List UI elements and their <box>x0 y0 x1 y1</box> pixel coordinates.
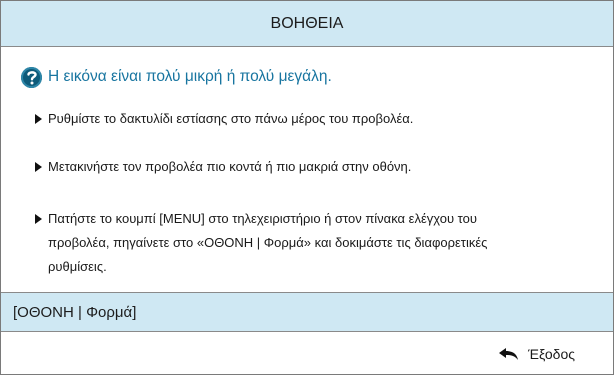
dialog-footer: Έξοδος <box>1 334 613 374</box>
dialog-title: ΒΟΗΘΕΙΑ <box>270 14 344 32</box>
dialog-header: ΒΟΗΘΕΙΑ <box>1 1 613 47</box>
step-text: Μετακινήστε τον προβολέα πιο κοντά ή πιο… <box>48 159 412 174</box>
help-dialog: ΒΟΗΘΕΙΑ Η εικόνα είναι πολύ μικρή ή πολύ… <box>0 0 614 375</box>
menu-path-label: [ΟΘΟΝΗ | Φορμά] <box>13 303 137 321</box>
exit-button[interactable]: Έξοδος <box>528 346 575 362</box>
step-item: Ρυθμίστε το δακτυλίδι εστίασης στο πάνω … <box>35 107 498 131</box>
return-arrow-icon[interactable] <box>498 347 520 361</box>
step-item: Μετακινήστε τον προβολέα πιο κοντά ή πιο… <box>35 155 498 179</box>
step-text: Πατήστε το κουμπί [MENU] στο τηλεχειριστ… <box>48 211 488 274</box>
menu-path-bar: [ΟΘΟΝΗ | Φορμά] <box>1 292 613 332</box>
issue-text: Η εικόνα είναι πολύ μικρή ή πολύ μεγάλη. <box>48 68 332 85</box>
triangle-bullet-icon <box>35 114 42 124</box>
question-icon <box>21 66 42 88</box>
step-item: Πατήστε το κουμπί [MENU] στο τηλεχειριστ… <box>35 207 498 279</box>
triangle-bullet-icon <box>35 162 42 172</box>
issue-heading: Η εικόνα είναι πολύ μικρή ή πολύ μεγάλη. <box>21 64 332 90</box>
step-text: Ρυθμίστε το δακτυλίδι εστίασης στο πάνω … <box>48 111 414 126</box>
triangle-bullet-icon <box>35 214 42 224</box>
